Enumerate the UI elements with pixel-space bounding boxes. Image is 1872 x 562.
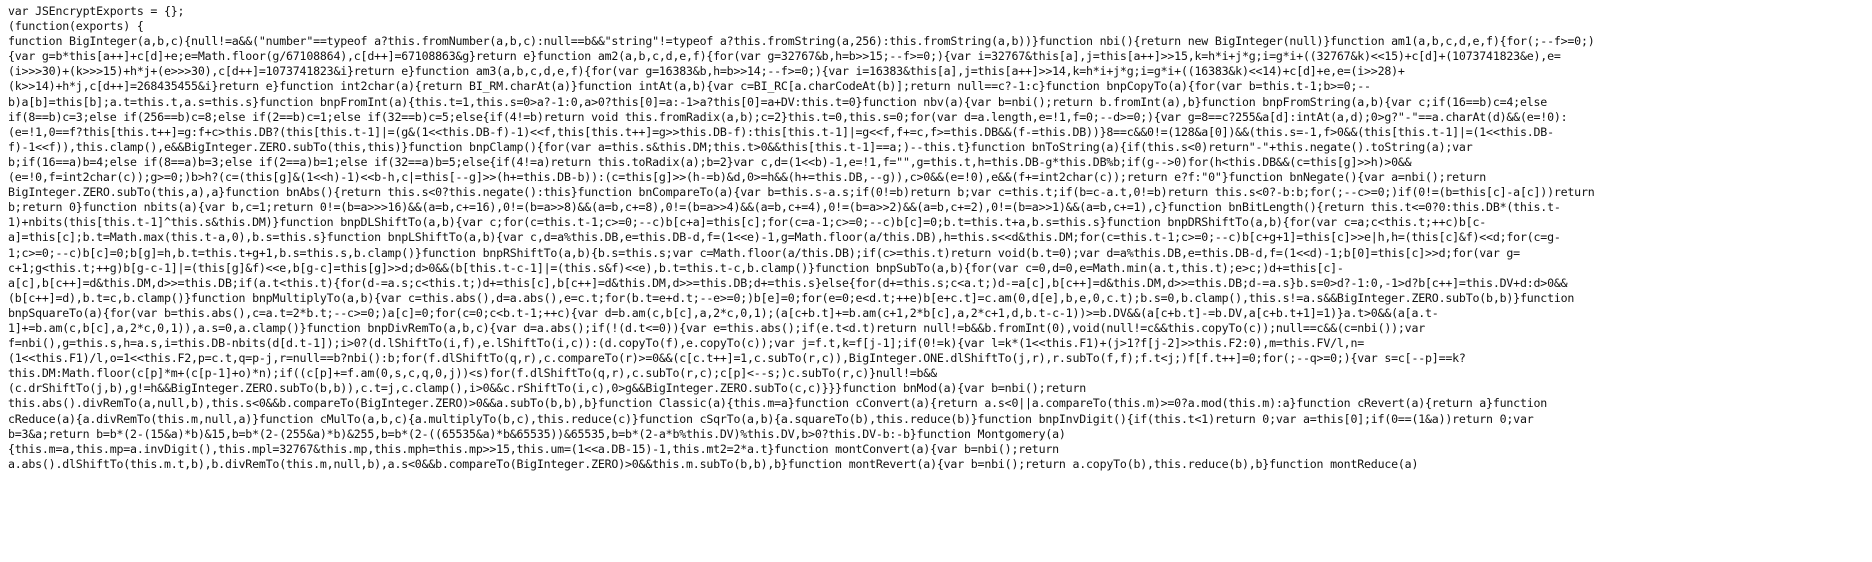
code-line: b)a[b]=this[b];a.t=this.t,a.s=this.s}fun… [8, 94, 1548, 109]
code-line: b;if(16==a)b=4;else if(8==a)b=3;else if(… [8, 154, 1412, 169]
code-line: (i>>>30)+(k>>>15)+h*j+(e>>>30),c[d++]=10… [8, 64, 1405, 79]
code-line: 1]+=b.am(c,b[c],a,2*c,0,1)),a.s=0,a.clam… [8, 320, 1426, 335]
code-line: c+1;g<this.t;++g)b[g-c-1]|=(this[g]&f)<<… [8, 260, 1344, 275]
code-line: (k>>14)+h*j,c[d++]=268435455&i}return e}… [8, 79, 1371, 94]
code-line: a.abs().dlShiftTo(this.m.t,b),b.divRemTo… [8, 456, 1419, 471]
code-line: bnpSquareTo(a){for(var b=this.abs(),c=a.… [8, 305, 1439, 320]
code-line: var JSEncryptExports = {}; [8, 4, 185, 18]
code-line: this.abs().divRemTo(a,null,b),this.s<0&&… [8, 396, 1548, 411]
code-line: (e=!1,0==f?this[this.t++]=g:f+c>this.DB?… [8, 124, 1554, 139]
code-line: 1)+nbits(this[this.t-1]^this.s&this.DM)}… [8, 215, 1487, 230]
code-line: b=3&a;return b=b*(2-(15&a)*b)&15,b=b*(2-… [8, 426, 1066, 441]
code-line: f)-1<<f)),this.clamp(),e&&BigInteger.ZER… [8, 139, 1473, 154]
code-line: function BigInteger(a,b,c){null!=a&&("nu… [8, 34, 1595, 49]
code-line: a]=this[c];b.t=Math.max(this.t-a,0),b.s=… [8, 230, 1561, 245]
code-line: a[c],b[c++]=d&this.DM,d>>=this.DB;if(a.t… [8, 275, 1568, 290]
code-line: (c.drShiftTo(j,b),g!=h&&BigInteger.ZERO.… [8, 381, 1087, 396]
code-line: {var g=b*this[a++]+c[d]+e;e=Math.floor(g… [8, 49, 1561, 64]
code-block: var JSEncryptExports = {}; (function(expo… [8, 4, 1872, 472]
code-line: f=nbi(),g=this.s,h=a.s,i=this.DB-nbits(d… [8, 336, 1365, 351]
code-line: b;return 0}function nbits(a){var b,c=1;r… [8, 200, 1561, 215]
code-line: BigInteger.ZERO.subTo(this,a),a}function… [8, 185, 1595, 200]
code-line: (e=!0,f=int2char(c));g>=0;)b>h?(c=(this[… [8, 170, 1487, 185]
code-line: cReduce(a){a.divRemTo(this.m,null,a)}fun… [8, 411, 1534, 426]
code-line: this.DM:Math.floor(c[p]*m+(c[p-1]+o)*n);… [8, 366, 937, 381]
code-line: (b[c++]=d),b.t=c,b.clamp()}function bnpM… [8, 290, 1575, 305]
source-viewer: var JSEncryptExports = {}; (function(expo… [0, 0, 1872, 562]
code-line: 1;c>=0;--c)b[c]=0;b[g]=h,b.t=this.t+g+1,… [8, 245, 1520, 260]
code-line: (1<<this.F1)/l,o=1<<this.F2,p=c.t,q=p-j,… [8, 351, 1466, 366]
code-line: {this.m=a,this.mp=a.invDigit(),this.mpl=… [8, 441, 1059, 456]
code-line: if(8==b)c=3;else if(256==b)c=8;else if(2… [8, 109, 1568, 124]
code-line: (function(exports) { [8, 19, 144, 34]
